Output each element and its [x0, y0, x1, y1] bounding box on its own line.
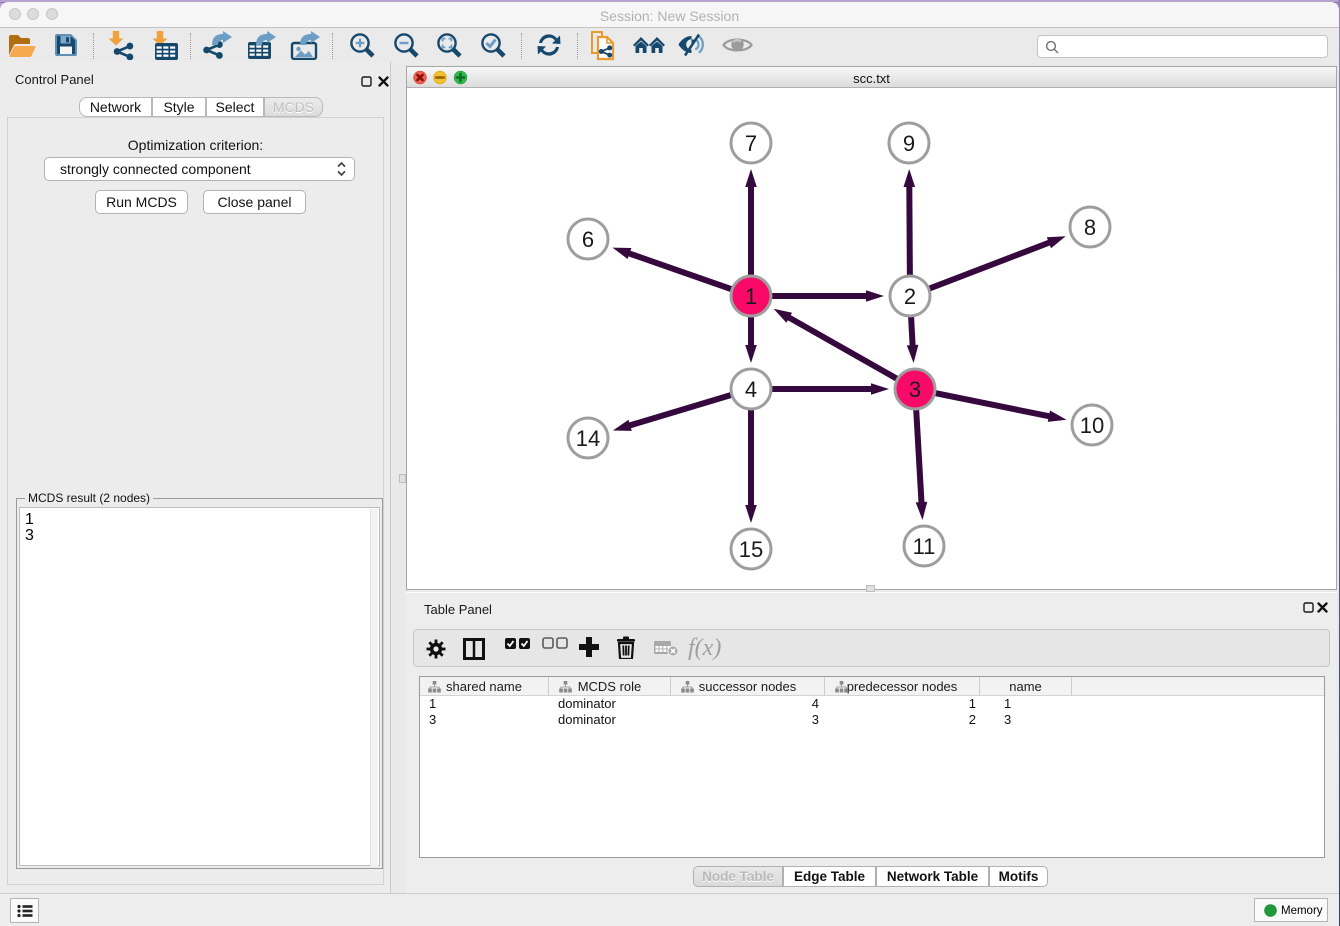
svg-text:15: 15 [739, 537, 763, 562]
svg-text:2: 2 [904, 284, 916, 309]
svg-text:10: 10 [1080, 413, 1104, 438]
svg-text:11: 11 [913, 534, 936, 559]
svg-text:6: 6 [582, 227, 594, 252]
svg-text:7: 7 [745, 131, 757, 156]
svg-text:3: 3 [909, 377, 921, 402]
svg-text:9: 9 [903, 131, 915, 156]
svg-text:8: 8 [1084, 215, 1096, 240]
svg-text:14: 14 [576, 426, 600, 451]
svg-text:1: 1 [745, 284, 757, 309]
svg-text:4: 4 [745, 377, 757, 402]
